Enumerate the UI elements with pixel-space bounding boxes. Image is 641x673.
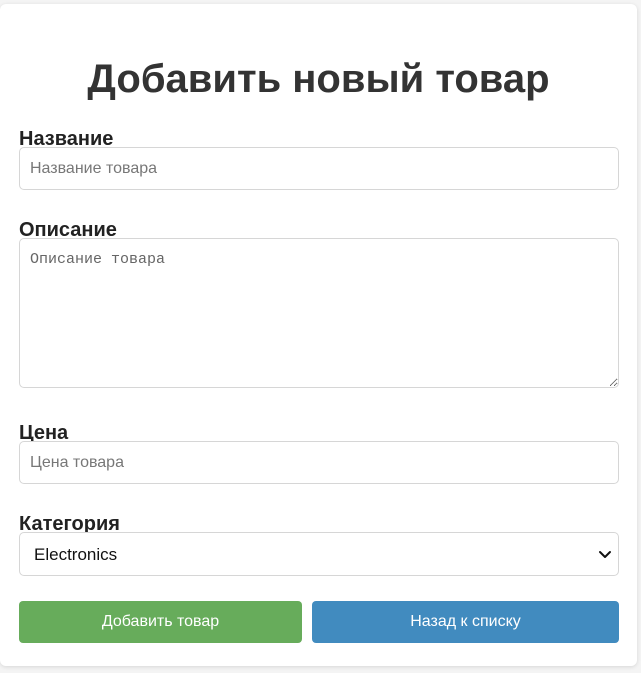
chevron-down-icon xyxy=(599,551,611,558)
category-select[interactable]: Electronics xyxy=(19,532,619,576)
description-textarea[interactable] xyxy=(19,238,619,388)
back-to-list-button[interactable]: Назад к списку xyxy=(312,601,619,643)
page-title: Добавить новый товар xyxy=(87,57,550,101)
name-input[interactable] xyxy=(19,147,619,190)
price-input[interactable] xyxy=(19,441,619,484)
add-product-button[interactable]: Добавить товар xyxy=(19,601,302,643)
category-selected-value: Electronics xyxy=(34,545,118,564)
form-card: Добавить новый товар Название Описание Ц… xyxy=(0,4,637,666)
